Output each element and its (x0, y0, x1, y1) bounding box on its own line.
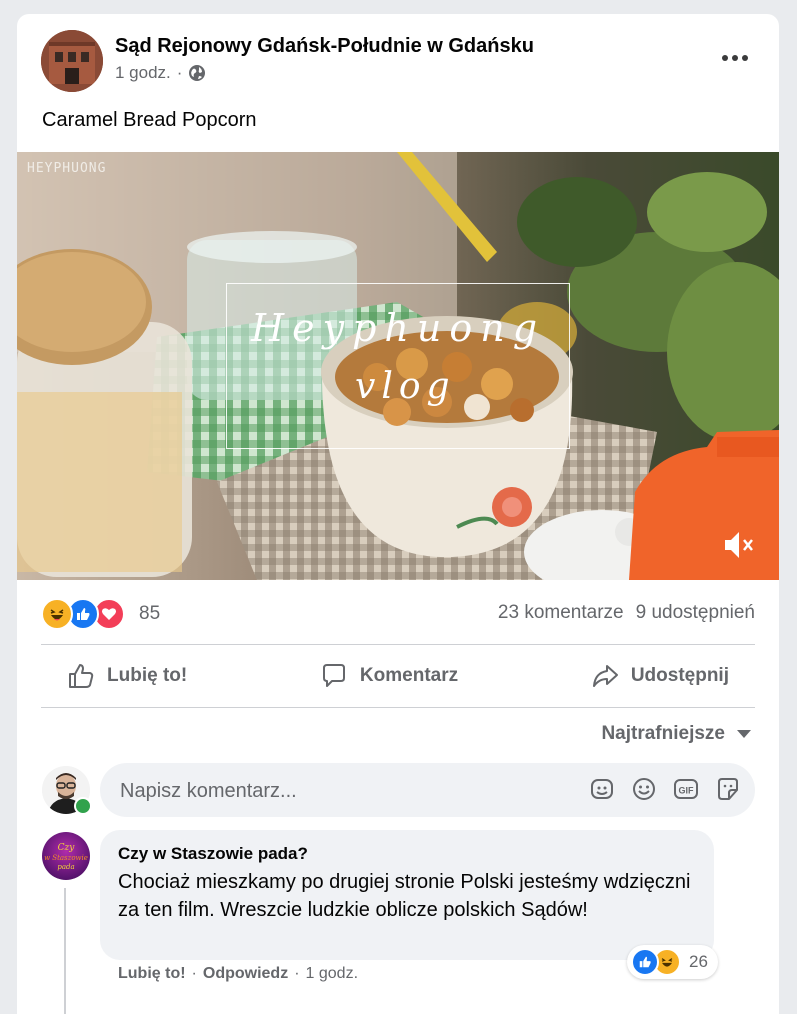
page-avatar[interactable] (41, 30, 103, 92)
composer-tools: GIF (589, 776, 741, 802)
action-separator: · (191, 965, 197, 982)
avatar-sticker-icon[interactable] (589, 776, 615, 802)
post-time[interactable]: 1 godz. (115, 63, 171, 83)
comment-reply-button[interactable]: Odpowiedz (203, 965, 288, 983)
comment-bubble: Czy w Staszowie pada? Chociaż mieszkamy … (100, 830, 714, 960)
post-meta: 1 godz. · (115, 63, 206, 83)
svg-text:w Staszowie: w Staszowie (44, 854, 88, 862)
vlog-title: Heyphuong (250, 306, 546, 350)
like-button[interactable]: Lubię to! (41, 662, 213, 690)
comment-time[interactable]: 1 godz. (306, 965, 358, 983)
video-player[interactable]: HEYPHUONG Heyphuong vlog (17, 152, 779, 580)
comment-text: Chociaż mieszkamy po drugiej stronie Pol… (118, 871, 691, 921)
like-reaction-icon (631, 948, 659, 976)
comments-count-link[interactable]: 23 komentarze (498, 602, 624, 624)
mute-icon[interactable] (721, 528, 757, 562)
thumbs-up-icon (69, 664, 94, 688)
comment-reaction-count: 26 (689, 952, 708, 971)
share-button[interactable]: Udostępnij (565, 662, 755, 690)
comment-like-button[interactable]: Lubię to! (118, 965, 186, 983)
emoji-icon[interactable] (631, 776, 657, 802)
svg-text:pada: pada (57, 863, 74, 871)
dot-icon (742, 55, 748, 61)
like-label: Lubię to! (107, 665, 188, 686)
reaction-count[interactable]: 85 (139, 603, 160, 625)
comment-author[interactable]: Czy w Staszowie pada? (118, 844, 308, 864)
haha-reaction-icon (41, 598, 73, 630)
comment-input[interactable] (118, 763, 562, 819)
comment-label: Komentarz (359, 665, 459, 686)
gif-icon[interactable]: GIF (673, 776, 699, 802)
thread-line (64, 888, 66, 1014)
reaction-summary[interactable]: 85 (41, 598, 160, 630)
share-arrow-icon (592, 665, 618, 687)
post-text: Caramel Bread Popcorn (42, 109, 257, 131)
speech-bubble-icon (322, 664, 345, 687)
comment-button[interactable]: Komentarz (294, 662, 484, 690)
comment-sort-dropdown[interactable]: Najtrafniejsze (601, 723, 751, 745)
vlog-subtitle: vlog (355, 366, 456, 407)
post-actions: Lubię to! Komentarz Udostępnij (41, 646, 755, 706)
dot-icon (722, 55, 728, 61)
post-card: Sąd Rejonowy Gdańsk-Południe w Gdańsku 1… (17, 14, 779, 1014)
video-watermark: HEYPHUONG (27, 161, 107, 176)
vlog-title-box: Heyphuong vlog (226, 283, 570, 449)
globe-icon[interactable] (188, 64, 206, 82)
share-label: Udostępnij (630, 665, 729, 686)
divider (41, 707, 755, 708)
shares-count-link[interactable]: 9 udostępnień (636, 602, 755, 624)
divider (41, 644, 755, 645)
commenter-avatar[interactable]: Czy w Staszowie pada (42, 832, 90, 880)
svg-text:GIF: GIF (679, 786, 695, 796)
dot-icon (732, 55, 738, 61)
svg-text:Czy: Czy (58, 843, 76, 853)
comment-composer[interactable]: GIF (100, 763, 755, 819)
comment-actions: Lubię to! · Odpowiedz · 1 godz. (118, 965, 358, 983)
page-name[interactable]: Sąd Rejonowy Gdańsk-Południe w Gdańsku (115, 35, 534, 58)
comment-reactions[interactable]: 26 (627, 945, 718, 979)
more-options-button[interactable] (715, 48, 755, 68)
meta-separator: · (176, 63, 183, 82)
online-status-indicator (74, 797, 92, 815)
sticker-icon[interactable] (715, 776, 741, 802)
post-stats: 23 komentarze 9 udostępnień (498, 602, 755, 624)
caret-down-icon (737, 730, 751, 738)
current-user-avatar[interactable] (42, 766, 92, 815)
action-separator: · (294, 965, 300, 982)
sort-label: Najtrafniejsze (601, 723, 725, 744)
